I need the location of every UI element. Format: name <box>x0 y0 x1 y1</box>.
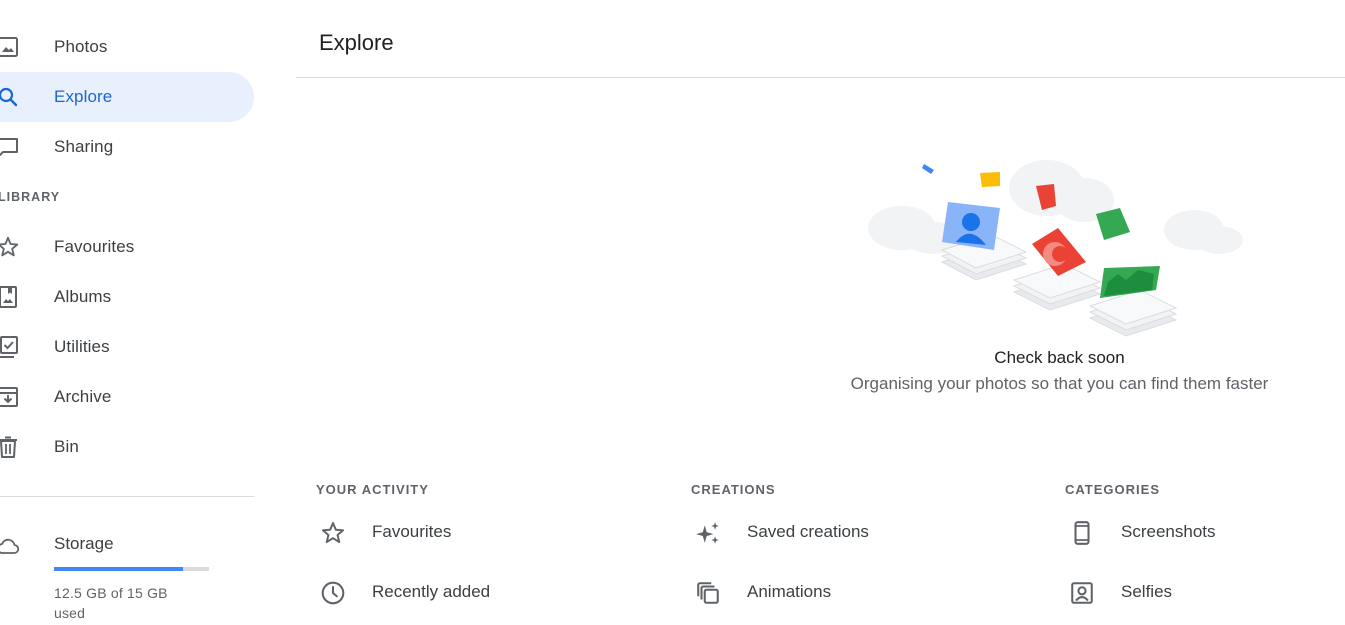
cloud-icon <box>0 538 20 554</box>
sidebar-item-label: Albums <box>54 287 112 306</box>
creations-column: CREATIONS Saved creations Animations <box>691 482 1051 604</box>
header-divider <box>296 77 1345 78</box>
sidebar-item-label: Favourites <box>54 237 135 256</box>
library-section-label: LIBRARY <box>0 190 61 204</box>
categories-item-label: Selfies <box>1121 582 1173 601</box>
sidebar-item-label: Utilities <box>54 337 110 356</box>
album-icon <box>0 286 17 308</box>
sidebar-item-label: Bin <box>54 437 79 456</box>
sidebar-divider <box>0 496 254 497</box>
sidebar-item-label: Sharing <box>54 137 114 156</box>
sharing-icon <box>0 138 18 157</box>
empty-state-subtitle: Organising your photos so that you can f… <box>850 374 1269 393</box>
sidebar-item-explore[interactable]: Explore <box>0 72 254 122</box>
activity-item-recently-added[interactable]: Recently added <box>316 542 676 605</box>
utilities-icon <box>0 336 18 358</box>
archive-icon <box>0 387 18 407</box>
empty-state-title: Check back soon <box>994 348 1125 367</box>
sidebar-item-favourites[interactable]: Favourites <box>0 222 254 272</box>
storage-progress-bar <box>54 567 209 571</box>
sidebar-item-sharing[interactable]: Sharing <box>0 122 254 172</box>
photo-icon <box>0 37 18 57</box>
categories-column: CATEGORIES Screenshots Selfies <box>1065 482 1345 604</box>
bin-icon <box>0 436 17 458</box>
categories-item-screenshots[interactable]: Screenshots <box>1065 482 1345 545</box>
categories-item-selfies[interactable]: Selfies <box>1065 542 1345 604</box>
storage-progress-fill <box>54 567 184 571</box>
sidebar-item-utilities[interactable]: Utilities <box>0 322 254 372</box>
creations-item-saved-creations[interactable]: Saved creations <box>691 482 1051 544</box>
sidebar-item-label: Explore <box>54 87 113 106</box>
categories-item-label: Screenshots <box>1121 522 1216 541</box>
sidebar-item-albums[interactable]: Albums <box>0 272 254 322</box>
page-title: Explore <box>319 30 394 55</box>
clock-icon <box>321 581 345 605</box>
activity-item-favourites[interactable]: Favourites <box>316 482 676 544</box>
creations-item-label: Animations <box>747 582 832 601</box>
sidebar-item-photos[interactable]: Photos <box>0 22 254 72</box>
main-content: Explore Check back soon Organising your … <box>296 0 1345 625</box>
creations-item-animations[interactable]: Animations <box>691 542 1051 604</box>
your-activity-column: YOUR ACTIVITY Favourites Recently added <box>316 482 676 605</box>
storage-section[interactable]: Storage 12.5 GB of 15 GB used <box>0 526 254 625</box>
search-icon <box>0 87 18 107</box>
star-icon <box>0 236 19 257</box>
storage-usage-text: 12.5 GB of 15 GB used <box>54 585 168 621</box>
activity-item-label: Favourites <box>372 522 452 541</box>
empty-state-illustration <box>868 160 1243 337</box>
sidebar-item-bin[interactable]: Bin <box>0 422 254 472</box>
sidebar-item-label: Archive <box>54 387 112 406</box>
storage-label: Storage <box>54 534 114 553</box>
activity-item-label: Recently added <box>372 582 491 601</box>
sidebar-item-label: Photos <box>54 37 108 56</box>
creations-item-label: Saved creations <box>747 522 869 541</box>
animation-icon <box>697 582 719 604</box>
selfie-icon <box>1071 582 1093 604</box>
sidebar: Photos Explore Sharing LIBRARY Favourite… <box>0 0 256 625</box>
sidebar-item-archive[interactable]: Archive <box>0 372 254 422</box>
